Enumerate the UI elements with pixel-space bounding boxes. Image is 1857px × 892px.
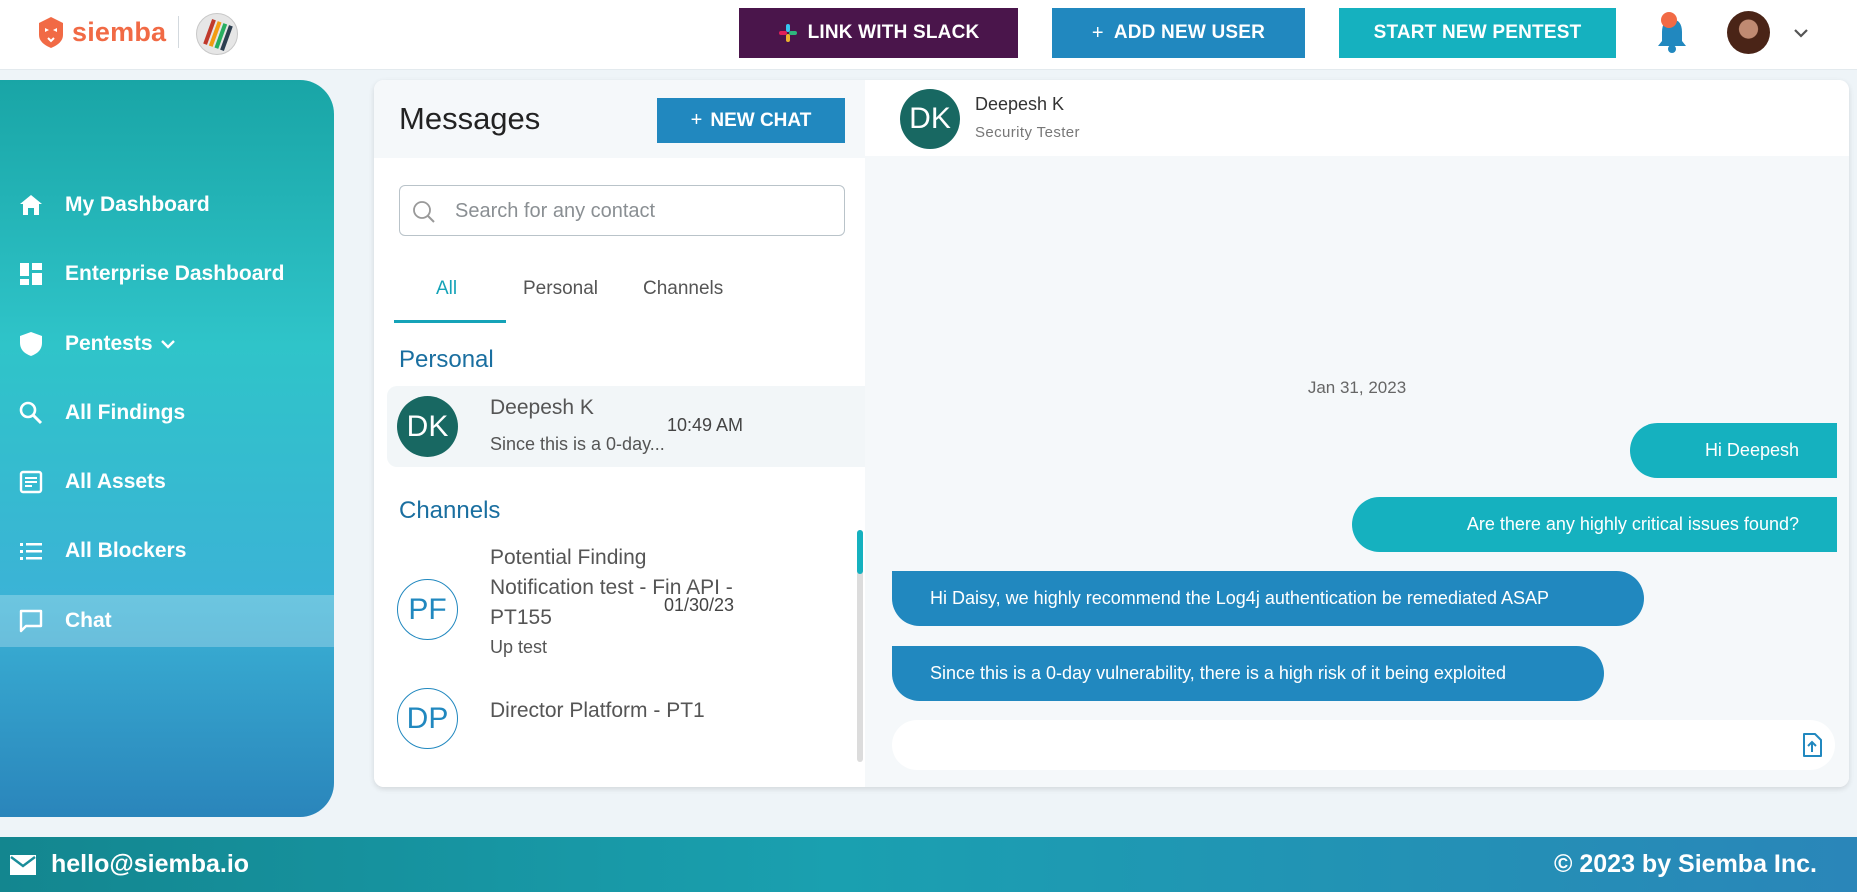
org-logo-graphic (203, 19, 233, 51)
message-bubble-incoming: Since this is a 0-day vulnerability, the… (892, 646, 1604, 701)
file-upload-icon[interactable] (1799, 732, 1825, 758)
assets-icon (19, 470, 43, 494)
sidebar-item-all-assets[interactable]: All Assets (0, 456, 334, 508)
channel-item-director-platform[interactable]: DP Director Platform - PT1 (387, 680, 865, 787)
sidebar-item-enterprise-dashboard[interactable]: Enterprise Dashboard (0, 248, 334, 300)
sidebar-item-all-findings[interactable]: All Findings (0, 387, 334, 439)
start-new-pentest-button[interactable]: START NEW PENTEST (1339, 8, 1616, 58)
active-tab-indicator (394, 320, 506, 323)
footer-copyright: © 2023 by Siemba Inc. (1554, 850, 1817, 878)
channel-item-potential-finding[interactable]: PF Potential Finding Notification test -… (387, 543, 865, 663)
add-new-user-button[interactable]: + ADD NEW USER (1052, 8, 1305, 58)
shield-icon (20, 332, 42, 356)
top-header: siemba LINK WITH SLACK + ADD NEW USER ST… (0, 0, 1857, 70)
sidebar-item-label: Pentests (65, 332, 153, 355)
chat-contact-role: Security Tester (975, 124, 1080, 141)
tab-personal[interactable]: Personal (523, 278, 598, 300)
chat-contact-name: Deepesh K (975, 94, 1065, 114)
messages-title: Messages (399, 101, 541, 136)
messages-header: Messages + NEW CHAT (374, 80, 865, 158)
footer-email-link[interactable]: hello@siemba.io (51, 850, 249, 879)
chevron-down-icon (161, 340, 175, 349)
sidebar-item-pentests[interactable]: Pentests (0, 318, 334, 370)
logo-divider (178, 16, 179, 48)
contact-item-deepesh[interactable]: DK Deepesh K Since this is a 0-day... 10… (387, 386, 865, 467)
brand-name: siemba (72, 16, 167, 47)
channel-time: 01/30/23 (664, 595, 735, 615)
chat-icon (19, 609, 43, 633)
add-user-label: ADD NEW USER (1113, 22, 1266, 43)
contact-time: 10:49 AM (667, 415, 744, 435)
message-bubble-outgoing: Are there any highly critical issues fou… (1352, 497, 1837, 552)
section-personal: Personal (399, 346, 494, 373)
contact-avatar: DK (397, 396, 458, 457)
mail-icon (10, 855, 36, 875)
message-bubble-outgoing: Hi Deepesh (1630, 423, 1837, 478)
search-icon (413, 201, 435, 223)
channel-name: Potential Finding Notification test - Fi… (490, 546, 733, 629)
sidebar-item-all-blockers[interactable]: All Blockers (0, 525, 334, 577)
sidebar-item-label: All Findings (65, 401, 186, 424)
chat-contact-avatar: DK (900, 89, 960, 149)
new-chat-label: NEW CHAT (710, 109, 812, 131)
organization-logo[interactable] (196, 13, 238, 55)
link-with-slack-button[interactable]: LINK WITH SLACK (739, 8, 1018, 58)
sidebar-item-chat[interactable]: Chat (0, 595, 334, 647)
search-icon (19, 401, 43, 425)
search-input[interactable] (455, 196, 825, 226)
chevron-down-icon[interactable] (1790, 22, 1812, 44)
sidebar-item-label: My Dashboard (65, 193, 210, 216)
plus-icon: + (690, 109, 703, 131)
sidebar-item-my-dashboard[interactable]: My Dashboard (0, 179, 334, 231)
chat-header: DK Deepesh K Security Tester (865, 80, 1849, 156)
channel-avatar: DP (397, 688, 458, 749)
slack-button-label: LINK WITH SLACK (807, 22, 980, 43)
siemba-logo[interactable]: siemba (36, 14, 166, 50)
sidebar-item-label: Enterprise Dashboard (65, 262, 285, 285)
home-icon (20, 195, 42, 215)
message-composer[interactable] (892, 720, 1835, 770)
list-scrollbar-thumb[interactable] (857, 530, 863, 574)
footer: hello@siemba.io © 2023 by Siemba Inc. (0, 837, 1857, 892)
section-channels: Channels (399, 497, 501, 524)
tab-channels[interactable]: Channels (643, 278, 723, 300)
contact-list: Messages + NEW CHAT All Personal Channel… (374, 80, 865, 787)
sidebar: My Dashboard Enterprise Dashboard Pentes… (0, 80, 334, 817)
messages-panel: Messages + NEW CHAT All Personal Channel… (374, 80, 1849, 787)
pentest-button-label: START NEW PENTEST (1373, 22, 1582, 43)
tab-all[interactable]: All (436, 278, 457, 300)
slack-icon (778, 24, 797, 42)
dashboard-icon (20, 263, 42, 285)
chat-area: DK Deepesh K Security Tester Jan 31, 202… (865, 80, 1849, 787)
channel-name: Director Platform - PT1 (490, 699, 705, 722)
date-separator: Jan 31, 2023 (1307, 378, 1407, 397)
contact-preview: Since this is a 0-day... (490, 434, 665, 454)
channel-preview: Up test (490, 637, 548, 657)
user-avatar[interactable] (1727, 11, 1770, 54)
sidebar-item-label: Chat (65, 609, 112, 632)
contact-search[interactable] (399, 185, 845, 236)
contact-name: Deepesh K (490, 396, 594, 419)
new-chat-button[interactable]: + NEW CHAT (657, 98, 845, 143)
list-icon (20, 543, 42, 560)
message-bubble-incoming: Hi Daisy, we highly recommend the Log4j … (892, 571, 1644, 626)
plus-icon: + (1091, 21, 1104, 44)
notification-dot (1661, 12, 1677, 28)
channel-avatar: PF (397, 579, 458, 640)
sidebar-item-label: All Blockers (65, 539, 187, 562)
lion-logo-icon (39, 17, 63, 48)
sidebar-item-label: All Assets (65, 470, 166, 493)
